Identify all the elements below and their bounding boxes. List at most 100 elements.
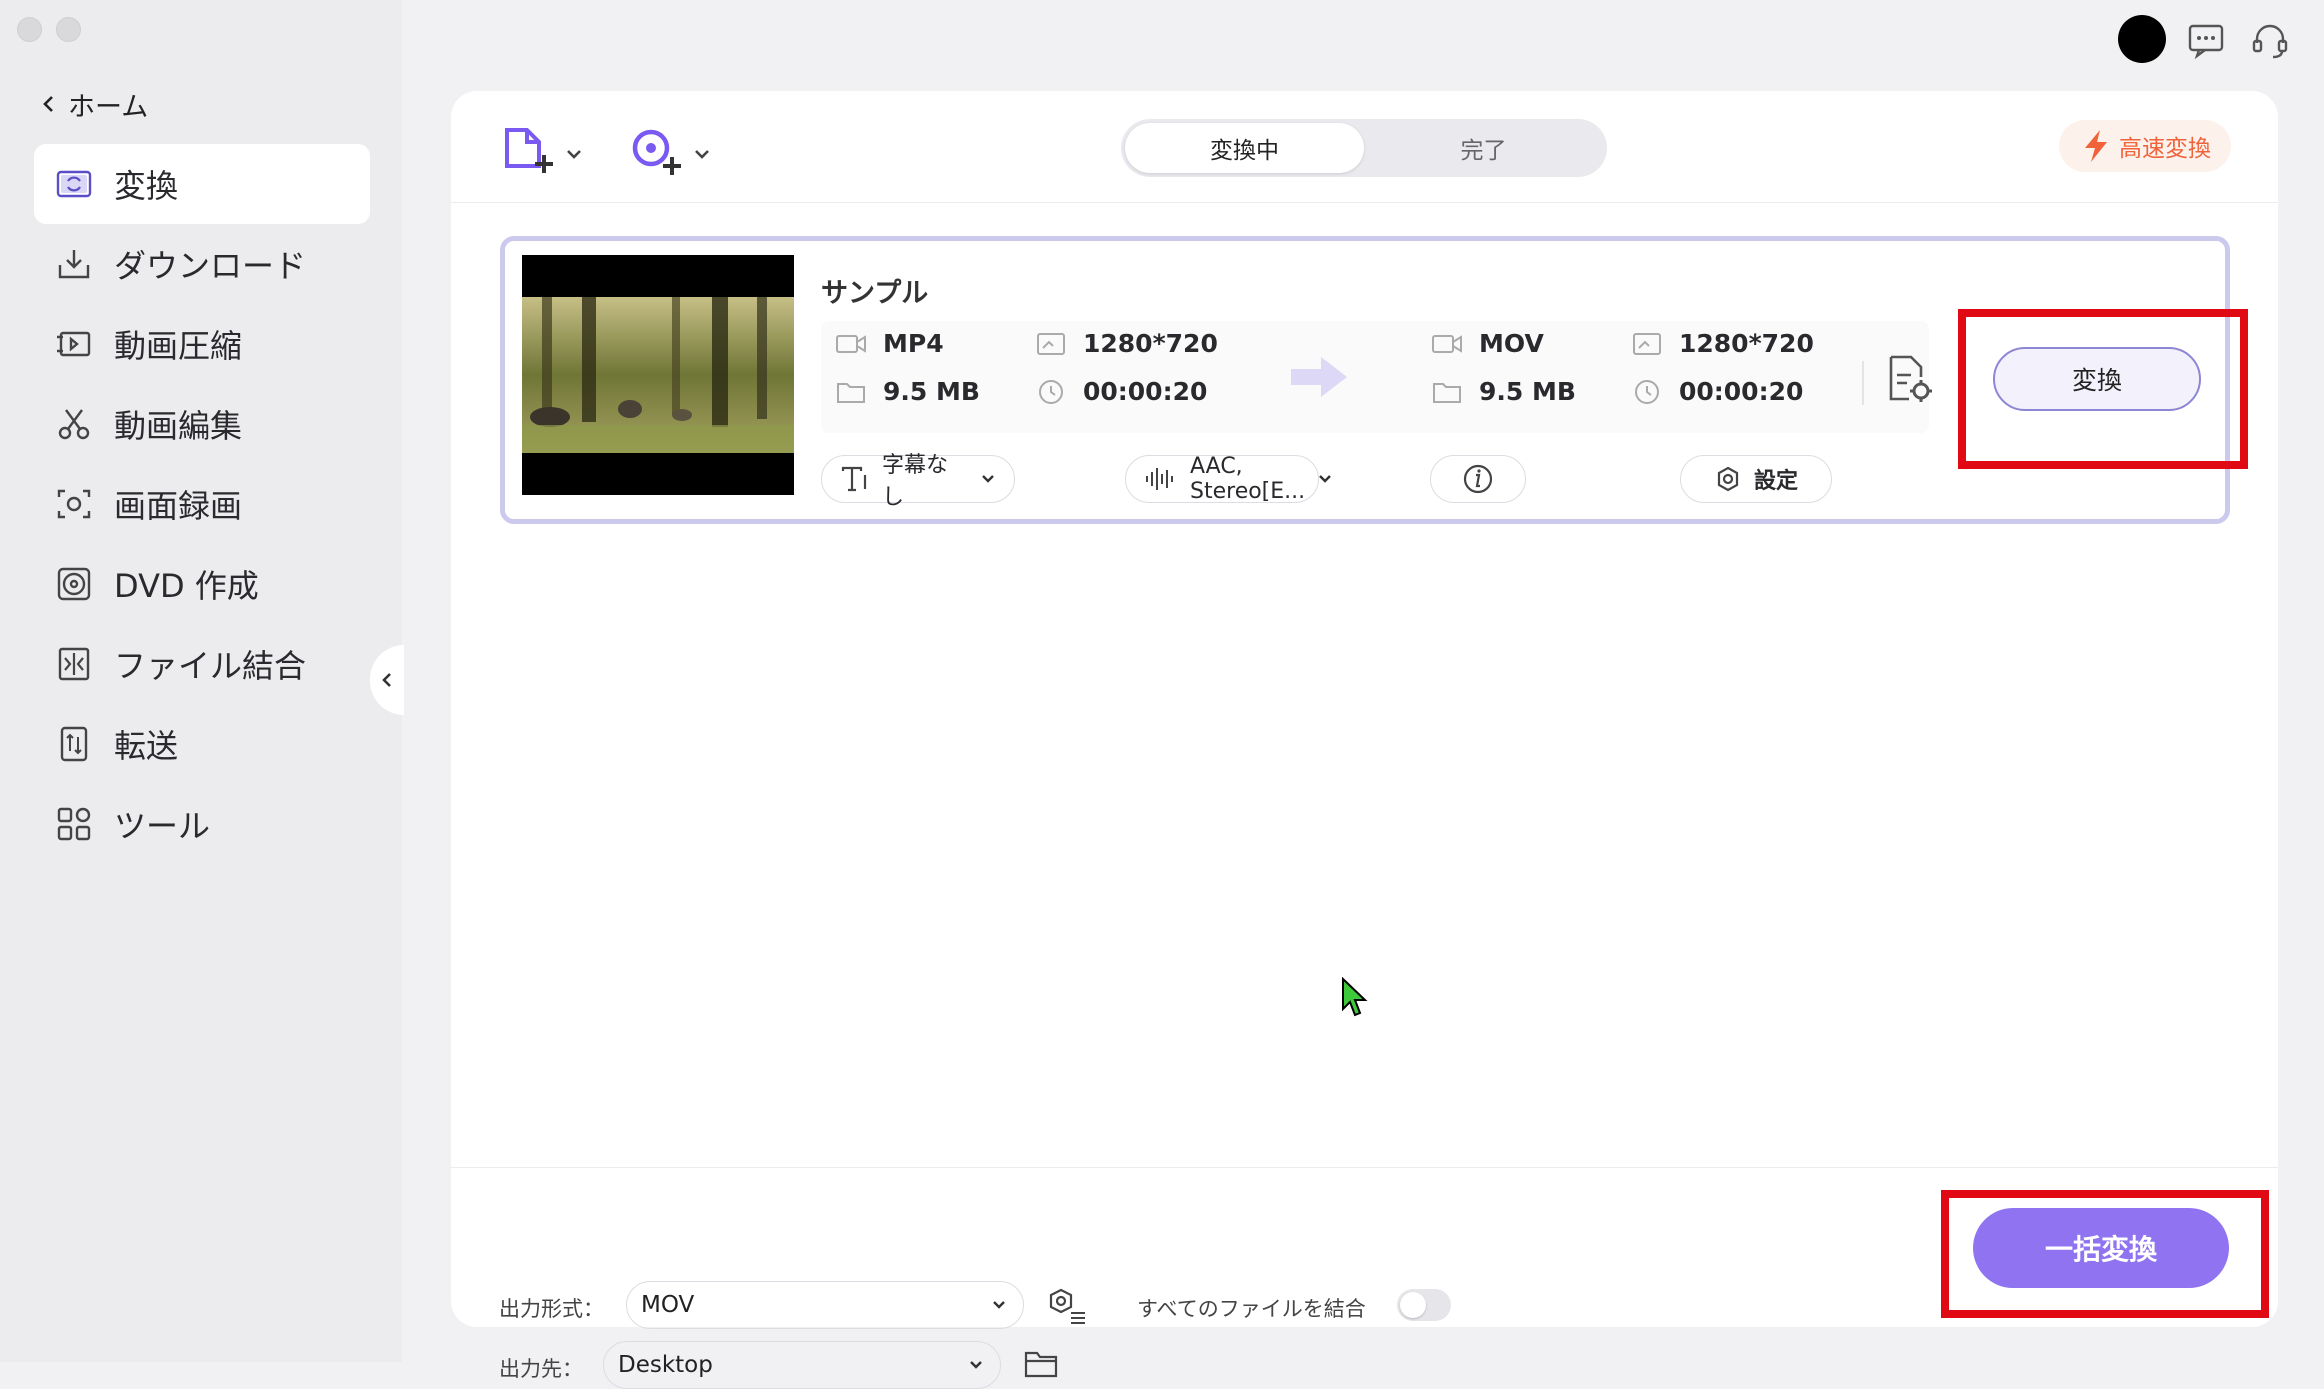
output-settings-icon[interactable] (1885, 353, 1935, 405)
sidebar-collapse-button[interactable] (370, 645, 404, 715)
settings-button[interactable]: 設定 (1680, 455, 1832, 503)
chevron-down-icon (695, 150, 709, 159)
add-from-device-button[interactable] (629, 124, 711, 184)
gear-icon (1717, 466, 1739, 492)
add-file-icon (505, 128, 553, 173)
fast-convert-label: 高速変換 (2119, 136, 2211, 162)
convert-icon (54, 164, 94, 204)
add-file-button[interactable] (501, 124, 583, 184)
sidebar-item-screen-record[interactable]: 画面録画 (34, 464, 370, 544)
tools-icon (54, 804, 94, 844)
sidebar-item-transfer[interactable]: 転送 (34, 704, 370, 784)
thumbnail-image (522, 297, 794, 453)
sidebar-item-label: 動画編集 (114, 407, 243, 445)
home-link[interactable]: ホーム (40, 84, 148, 124)
window-close-button[interactable] (17, 17, 42, 42)
compress-icon (54, 324, 94, 364)
merge-all-label: すべてのファイルを結合 (1137, 1297, 1366, 1321)
file-card: サンプル MP4 9.5 MB 1280*720 00:00:20 MOV 9.… (500, 236, 2230, 524)
merge-icon (54, 644, 94, 684)
format-settings-icon[interactable] (1047, 1287, 1087, 1325)
output-format-label: 出力形式： (499, 1297, 604, 1321)
source-format: MP4 (835, 329, 944, 358)
folder-icon (1433, 382, 1461, 403)
clock-icon (1039, 379, 1063, 404)
sidebar-item-label: 動画圧縮 (114, 327, 243, 365)
source-size: 9.5 MB (835, 377, 980, 406)
info-icon (1463, 464, 1493, 494)
dvd-icon (54, 564, 94, 604)
source-resolution: 1280*720 (1035, 329, 1218, 358)
sidebar-item-tools[interactable]: ツール (34, 784, 370, 864)
message-icon[interactable] (2185, 19, 2227, 61)
home-label: ホーム (68, 91, 149, 123)
sidebar-item-label: ファイル結合 (114, 647, 307, 685)
video-icon (836, 334, 866, 353)
info-button[interactable] (1430, 455, 1526, 503)
tab-converting[interactable]: 変換中 (1125, 123, 1364, 173)
headset-support-icon[interactable] (2249, 19, 2291, 61)
chevron-left-icon (382, 673, 391, 687)
toggle-knob (1400, 1292, 1426, 1318)
sidebar-item-label: DVD 作成 (114, 567, 259, 605)
sidebar-item-label: 変換 (114, 167, 179, 205)
sidebar-item-edit[interactable]: 動画編集 (34, 384, 370, 464)
target-resolution: 1280*720 (1631, 329, 1814, 358)
lightning-icon (2085, 130, 2107, 162)
audio-dropdown[interactable]: AAC, Stereo[E... (1125, 454, 1331, 504)
fast-convert-button[interactable]: 高速変換 (2059, 120, 2231, 172)
tab-finished[interactable]: 完了 (1364, 123, 1603, 173)
source-duration: 00:00:20 (1035, 377, 1207, 406)
subtitle-dropdown[interactable]: 字幕なし (821, 453, 1015, 510)
download-icon (54, 244, 94, 284)
sidebar-nav: 変換 ダウンロード 動画圧縮 動画編集 画面録画 DVD 作成 ファイル結合 転… (34, 144, 370, 864)
target-duration: 00:00:20 (1631, 377, 1803, 406)
sidebar-item-label: ダウンロード (114, 247, 307, 285)
merge-all-toggle[interactable] (1397, 1289, 1451, 1321)
sidebar: ホーム 変換 ダウンロード 動画圧縮 動画編集 画面録画 DVD 作成 ファイル… (0, 0, 404, 1362)
add-disc-icon (632, 129, 681, 175)
sidebar-item-download[interactable]: ダウンロード (34, 224, 370, 304)
chevron-down-icon (567, 150, 581, 159)
open-folder-icon[interactable] (1023, 1348, 1059, 1380)
chevron-down-icon (1319, 475, 1331, 483)
sidebar-item-label: 画面録画 (114, 487, 243, 525)
resolution-icon (1633, 332, 1661, 355)
output-format-select[interactable]: MOV (626, 1281, 1024, 1329)
target-size: 9.5 MB (1431, 377, 1576, 406)
batch-convert-button[interactable]: 一括変換 (1973, 1208, 2229, 1288)
divider (1862, 361, 1864, 405)
mouse-cursor-icon (1342, 977, 1368, 1017)
arrow-right-icon (1291, 357, 1347, 397)
chevron-down-icon (993, 1301, 1005, 1309)
chevron-down-icon (982, 475, 994, 483)
clock-icon (1635, 379, 1659, 404)
resolution-icon (1037, 332, 1065, 355)
sidebar-item-label: 転送 (114, 727, 179, 765)
output-dest-label: 出力先： (499, 1357, 583, 1381)
sidebar-item-dvd[interactable]: DVD 作成 (34, 544, 370, 624)
video-thumbnail[interactable] (522, 255, 794, 495)
video-icon (1432, 334, 1462, 353)
status-tabs: 変換中 完了 (1121, 119, 1607, 177)
panel-header: 変換中 完了 高速変換 (451, 91, 2278, 203)
main-panel: 変換中 完了 高速変換 サンプル MP4 9.5 MB 1280*720 00:… (451, 91, 2278, 1389)
target-format: MOV (1431, 329, 1544, 358)
convert-button[interactable]: 変換 (1993, 347, 2201, 411)
screen-record-icon (54, 484, 94, 524)
sidebar-item-label: ツール (114, 807, 211, 845)
file-name: サンプル (821, 278, 929, 309)
sidebar-item-merge[interactable]: ファイル結合 (34, 624, 370, 704)
sidebar-item-compress[interactable]: 動画圧縮 (34, 304, 370, 384)
transfer-icon (54, 724, 94, 764)
avatar[interactable] (2118, 15, 2166, 63)
window-minimize-button[interactable] (56, 17, 81, 42)
folder-icon (837, 382, 865, 403)
chevron-down-icon (970, 1361, 982, 1369)
text-icon (841, 466, 867, 492)
sidebar-item-convert[interactable]: 変換 (34, 144, 370, 224)
chevron-left-icon (43, 96, 53, 112)
output-dest-select[interactable]: Desktop (603, 1341, 1001, 1389)
scissors-icon (54, 404, 94, 444)
audio-wave-icon (1146, 468, 1173, 490)
